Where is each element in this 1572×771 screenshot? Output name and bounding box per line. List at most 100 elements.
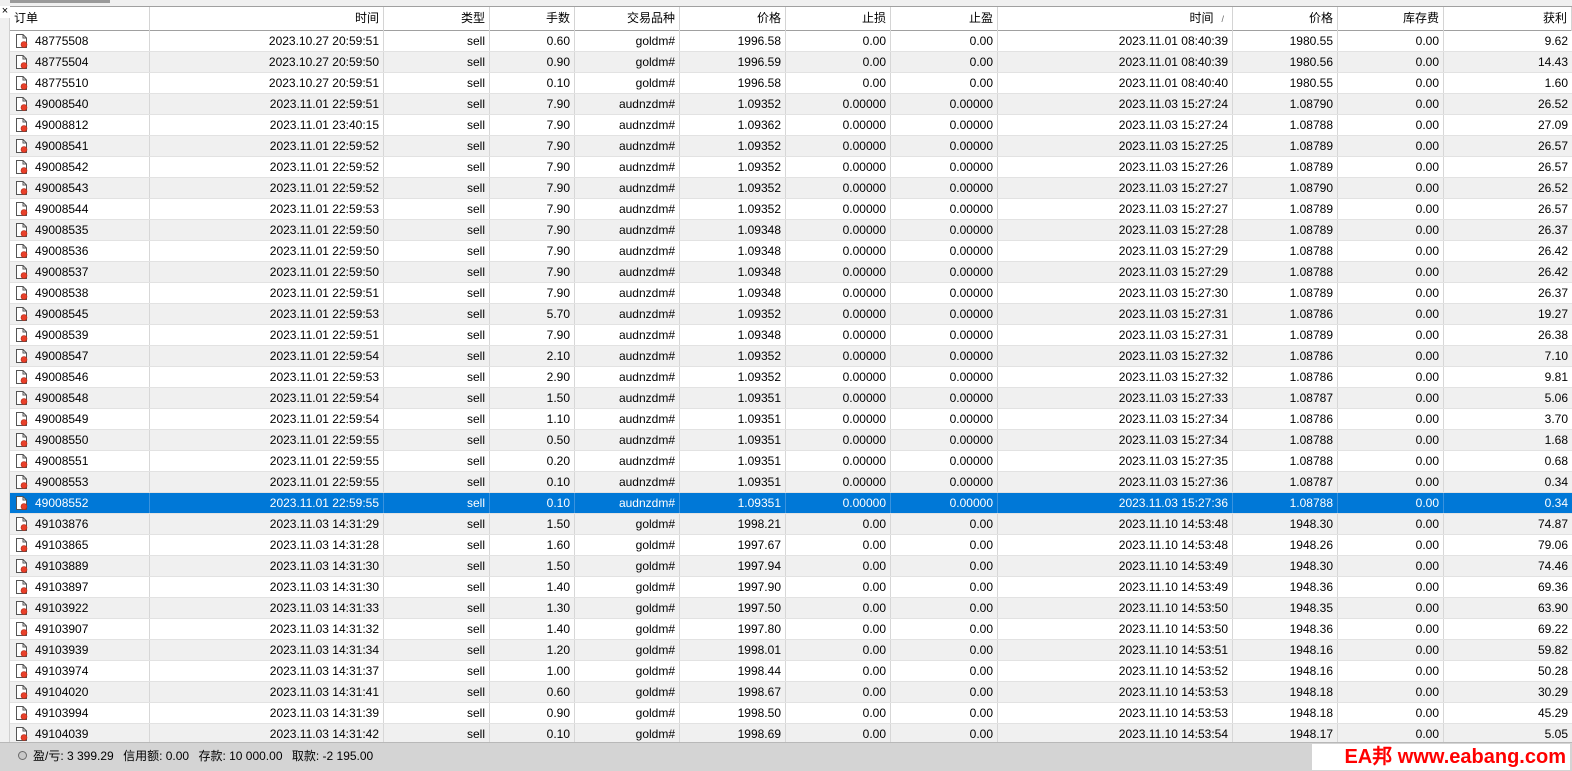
cell-close-price: 1948.36	[1233, 577, 1338, 597]
table-row[interactable]: 49008539 2023.11.01 22:59:51 sell 7.90 audnz…	[10, 325, 1572, 346]
cell-profit: 59.82	[1537, 643, 1568, 657]
cell-close-price: 1948.16	[1233, 640, 1338, 660]
column-header-label: 价格	[756, 11, 781, 25]
column-header[interactable]: 类型	[384, 7, 490, 31]
cell-swap: 0.00	[1338, 640, 1444, 660]
table-body: 48775508 2023.10.27 20:59:51 sell 0.60 goldm…	[10, 31, 1572, 745]
table-row[interactable]: 49008550 2023.11.01 22:59:55 sell 0.50 audnz…	[10, 430, 1572, 451]
cell-open-time: 2023.11.03 14:31:30	[150, 577, 384, 597]
table-row[interactable]: 49008538 2023.11.01 22:59:51 sell 7.90 audnz…	[10, 283, 1572, 304]
document-order-icon	[16, 454, 28, 468]
document-order-icon	[16, 727, 28, 741]
table-row[interactable]: 49103876 2023.11.03 14:31:29 sell 1.50 goldm…	[10, 514, 1572, 535]
order-id: 49008538	[35, 286, 89, 300]
table-row[interactable]: 49008541 2023.11.01 22:59:52 sell 7.90 audnz…	[10, 136, 1572, 157]
table-row[interactable]: 49104020 2023.11.03 14:31:41 sell 0.60 goldm…	[10, 682, 1572, 703]
table-row[interactable]: 49008537 2023.11.01 22:59:50 sell 7.90 audnz…	[10, 262, 1572, 283]
table-row[interactable]: 49008552 2023.11.01 22:59:55 sell 0.10 audnz…	[10, 493, 1572, 514]
cell-open-price: 1997.94	[680, 556, 786, 576]
table-row[interactable]: 49008544 2023.11.01 22:59:53 sell 7.90 audnz…	[10, 199, 1572, 220]
table-row[interactable]: 49103922 2023.11.03 14:31:33 sell 1.30 goldm…	[10, 598, 1572, 619]
document-order-icon	[16, 412, 28, 426]
table-row[interactable]: 49008553 2023.11.01 22:59:55 sell 0.10 audnz…	[10, 472, 1572, 493]
table-row[interactable]: 49008540 2023.11.01 22:59:51 sell 7.90 audnz…	[10, 94, 1572, 115]
cell-open-time: 2023.10.27 20:59:51	[150, 31, 384, 51]
cell-type: sell	[384, 619, 490, 639]
close-icon[interactable]: ×	[0, 4, 10, 18]
cell-close-price: 1948.30	[1233, 556, 1338, 576]
table-row[interactable]: 49103889 2023.11.03 14:31:30 sell 1.50 goldm…	[10, 556, 1572, 577]
cell-volume: 0.10	[490, 493, 575, 513]
cell-volume: 7.90	[490, 94, 575, 114]
table-row[interactable]: 49103994 2023.11.03 14:31:39 sell 0.90 goldm…	[10, 703, 1572, 724]
table-row[interactable]: 49103865 2023.11.03 14:31:28 sell 1.60 goldm…	[10, 535, 1572, 556]
table-row[interactable]: 49008551 2023.11.01 22:59:55 sell 0.20 audnz…	[10, 451, 1572, 472]
table-row[interactable]: 48775504 2023.10.27 20:59:50 sell 0.90 goldm…	[10, 52, 1572, 73]
cell-open-time: 2023.11.01 22:59:53	[150, 304, 384, 324]
table-row[interactable]: 49008542 2023.11.01 22:59:52 sell 7.90 audnz…	[10, 157, 1572, 178]
column-header[interactable]: 时间 /	[998, 7, 1233, 31]
cell-swap: 0.00	[1338, 157, 1444, 177]
column-header-label: 类型	[460, 11, 485, 25]
cell-close-time: 2023.11.10 14:53:48	[998, 535, 1233, 555]
cell-take-profit: 0.00	[891, 556, 998, 576]
column-header[interactable]: 止盈	[891, 7, 998, 31]
cell-open-price: 1.09351	[680, 472, 786, 492]
table-row[interactable]: 49008547 2023.11.01 22:59:54 sell 2.10 audnz…	[10, 346, 1572, 367]
column-header[interactable]: 交易品种	[575, 7, 680, 31]
table-row[interactable]: 49103907 2023.11.03 14:31:32 sell 1.40 goldm…	[10, 619, 1572, 640]
column-header[interactable]: 止损	[786, 7, 891, 31]
cell-order: 49103994	[10, 703, 150, 723]
cell-take-profit: 0.00000	[891, 283, 998, 303]
column-header[interactable]: 时间	[150, 7, 384, 31]
cell-stop-loss: 0.00000	[786, 178, 891, 198]
cell-open-price: 1.09348	[680, 262, 786, 282]
order-id: 49008537	[35, 265, 89, 279]
column-header-label: 止盈	[968, 11, 993, 25]
document-order-icon	[16, 181, 28, 195]
column-header[interactable]: 价格	[1233, 7, 1338, 31]
cell-order: 49008539	[10, 325, 150, 345]
table-row[interactable]: 49008535 2023.11.01 22:59:50 sell 7.90 audnz…	[10, 220, 1572, 241]
table-row[interactable]: 49008546 2023.11.01 22:59:53 sell 2.90 audnz…	[10, 367, 1572, 388]
table-row[interactable]: 48775510 2023.10.27 20:59:51 sell 0.10 goldm…	[10, 73, 1572, 94]
table-row[interactable]: 49008545 2023.11.01 22:59:53 sell 5.70 audnz…	[10, 304, 1572, 325]
cell-type: sell	[384, 31, 490, 51]
column-header[interactable]: 库存费	[1338, 7, 1444, 31]
column-header[interactable]: 获利	[1444, 7, 1572, 31]
cell-take-profit: 0.00000	[891, 262, 998, 282]
document-order-icon	[16, 160, 28, 174]
cell-take-profit: 0.00000	[891, 220, 998, 240]
table-row[interactable]: 49103939 2023.11.03 14:31:34 sell 1.20 goldm…	[10, 640, 1572, 661]
column-header[interactable]: 手数	[490, 7, 575, 31]
cell-type: sell	[384, 94, 490, 114]
cell-take-profit: 0.00	[891, 640, 998, 660]
cell-open-price: 1996.59	[680, 52, 786, 72]
table-row[interactable]: 49008548 2023.11.01 22:59:54 sell 1.50 audnz…	[10, 388, 1572, 409]
cell-type: sell	[384, 262, 490, 282]
cell-symbol: goldm#	[575, 52, 680, 72]
table-row[interactable]: 49008536 2023.11.01 22:59:50 sell 7.90 audnz…	[10, 241, 1572, 262]
cell-open-time: 2023.11.03 14:31:42	[150, 724, 384, 744]
cell-close-price: 1948.18	[1233, 703, 1338, 723]
cell-symbol: goldm#	[575, 514, 680, 534]
cell-take-profit: 0.00000	[891, 136, 998, 156]
column-header[interactable]: 价格	[680, 7, 786, 31]
table-row[interactable]: 48775508 2023.10.27 20:59:51 sell 0.60 goldm…	[10, 31, 1572, 52]
table-row[interactable]: 49008812 2023.11.01 23:40:15 sell 7.90 audnz…	[10, 115, 1572, 136]
cell-profit: 9.81	[1544, 370, 1568, 384]
table-row[interactable]: 49103897 2023.11.03 14:31:30 sell 1.40 goldm…	[10, 577, 1572, 598]
table-row[interactable]: 49008543 2023.11.01 22:59:52 sell 7.90 audnz…	[10, 178, 1572, 199]
table-row[interactable]: 49103974 2023.11.03 14:31:37 sell 1.00 goldm…	[10, 661, 1572, 682]
cell-swap: 0.00	[1338, 388, 1444, 408]
column-header[interactable]: 订单	[10, 7, 150, 31]
cell-type: sell	[384, 136, 490, 156]
table-row[interactable]: 49008549 2023.11.01 22:59:54 sell 1.10 audnz…	[10, 409, 1572, 430]
cell-symbol: audnzdm#	[575, 94, 680, 114]
cell-open-time: 2023.11.01 22:59:51	[150, 325, 384, 345]
cell-volume: 0.20	[490, 451, 575, 471]
document-order-icon	[16, 328, 28, 342]
cell-take-profit: 0.00000	[891, 367, 998, 387]
cell-take-profit: 0.00	[891, 52, 998, 72]
left-side-bar	[0, 18, 10, 742]
